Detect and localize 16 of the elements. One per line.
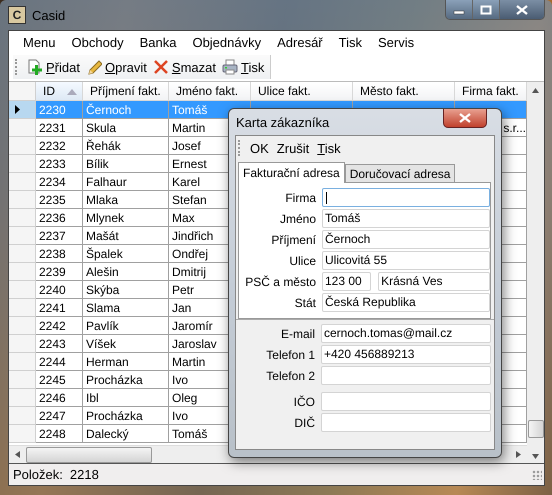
status-label: Položek: <box>13 467 63 482</box>
field-label: Ulice <box>288 254 316 268</box>
field-label: DIČ <box>293 416 315 430</box>
field-label: Telefon 1 <box>265 348 315 362</box>
table-cell: 2248 <box>36 425 83 443</box>
field-label: Stát <box>294 296 316 310</box>
field-label: Příjmení <box>270 232 316 246</box>
field-label: IČO <box>292 394 315 408</box>
field-label: E-mail <box>280 326 315 340</box>
app-icon: C <box>8 6 26 24</box>
table-cell: Dalecký <box>83 425 169 443</box>
status-count: 2218 <box>70 467 99 482</box>
field-label: Firma <box>284 190 316 204</box>
field-label: Telefon 2 <box>265 368 315 382</box>
field-label: Jméno <box>278 212 316 226</box>
window-title: Casid <box>32 8 66 22</box>
